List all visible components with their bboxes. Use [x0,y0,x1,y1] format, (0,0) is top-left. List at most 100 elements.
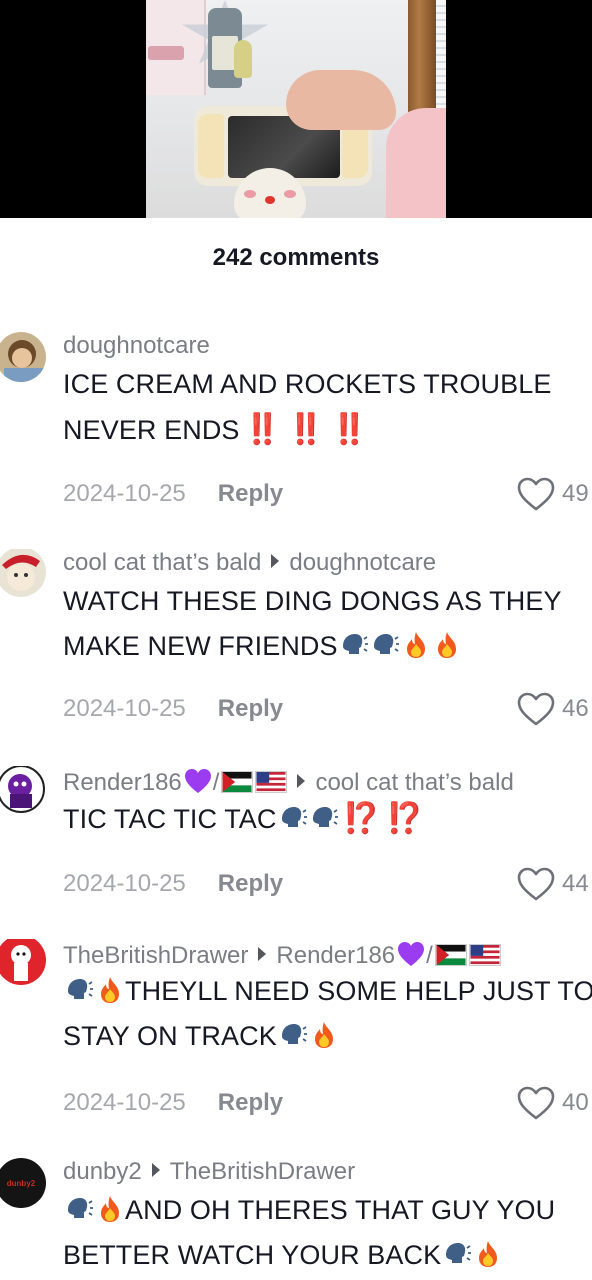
reply-arrow-icon [151,1163,160,1177]
username-separator: / [212,769,220,796]
username-text[interactable]: cool cat that’s bald [63,549,261,576]
comment-meta: 2024-10-25 Reply [63,695,283,723]
like-count: 49 [562,480,589,507]
comment-line-1-text: THEYLL NEED SOME HELP JUST TO [125,976,592,1006]
comment-item: dunby2 dunby2 TheBritishDrawer AND OH THE… [0,1158,592,1280]
fire-emoji [101,1196,119,1222]
fire-emoji [437,632,456,658]
comment-item: cool cat that’s bald doughnotcare WATCH T… [0,549,592,739]
username-text[interactable]: dunby2 [63,1158,142,1185]
comment-line-2: MAKE NEW FRIENDS [63,624,562,669]
heart-icon[interactable] [516,1084,556,1124]
reply-to-username[interactable]: cool cat that’s bald [315,769,513,796]
speaking-head-emoji [342,634,368,654]
double-exclamation-emoji: ‼️ ‼️ ‼️ [243,413,369,446]
comment-line-2-text: NEVER ENDS [63,415,240,445]
heart-icon[interactable] [516,865,556,905]
comment-username: Render186 / cool cat that’s bald [63,766,514,797]
reply-button[interactable]: Reply [218,870,283,897]
speaking-head-emoji [68,1198,93,1218]
avatar[interactable] [0,549,46,597]
speaking-head-emoji [446,1243,472,1263]
reply-button[interactable]: Reply [218,695,283,722]
video-player[interactable] [0,0,592,218]
interrobang-emoji: ⁉️ ⁉️ [342,802,424,835]
comment-meta: 2024-10-25 Reply [63,870,283,898]
comment-line-2-text: STAY ON TRACK [63,1021,277,1051]
comment-username[interactable]: doughnotcare [63,332,210,360]
comment-text: ICE CREAM AND ROCKETS TROUBLE NEVER ENDS… [63,362,552,453]
reply-button[interactable]: Reply [218,1089,283,1116]
comments-count-title: 242 comments [212,244,380,271]
hand [286,70,396,130]
comment-meta: 2024-10-25 Reply [63,480,283,508]
comment-text: THEYLL NEED SOME HELP JUST TO STAY ON TR… [63,969,592,1059]
palestine-flag-icon [434,944,467,966]
avatar[interactable] [0,939,46,985]
video-thumbnail [146,0,446,218]
username-text[interactable]: doughnotcare [63,332,210,359]
sleeve [386,108,446,218]
purple-heart-emoji [398,942,425,966]
comment-line-2: NEVER ENDS ‼️ ‼️ ‼️ [63,407,552,453]
like-count: 44 [562,870,589,897]
comment-line-2-text: BETTER WATCH YOUR BACK [63,1240,442,1270]
heart-icon[interactable] [516,690,556,730]
reply-arrow-icon [297,774,306,788]
comment-line-1-text: TIC TAC TIC TAC [63,804,277,834]
avatar-badge-text: dunby2 [7,1179,36,1188]
reply-to-username[interactable]: Render186 [276,942,395,969]
comment-username: dunby2 TheBritishDrawer [63,1158,355,1186]
figurine-decoration [234,40,252,78]
reply-to-username[interactable]: TheBritishDrawer [170,1158,355,1185]
speaking-head-emoji [281,1024,307,1044]
comment-item: TheBritishDrawer Render186 / THEYLL NEED S… [0,939,592,1129]
comment-line-1: THEYLL NEED SOME HELP JUST TO [63,969,592,1014]
comment-meta: 2024-10-25 Reply [63,1089,283,1117]
speaking-head-emoji [68,979,93,999]
username-separator: / [426,942,433,969]
us-flag-icon [468,944,501,966]
heart-icon[interactable] [516,475,556,515]
speaking-head-emoji [312,807,338,827]
comment-date: 2024-10-25 [63,1089,186,1116]
like-count: 46 [562,695,589,722]
comment-username: TheBritishDrawer Render186 / [63,939,501,970]
comment-line-1: WATCH THESE DING DONGS AS THEY [63,586,562,616]
avatar[interactable]: dunby2 [0,1158,46,1208]
fire-emoji [101,977,119,1003]
comment-line-1: AND OH THERES THAT GUY YOU [63,1188,555,1233]
comment-line-2: STAY ON TRACK [63,1014,592,1059]
comment-line-1: ICE CREAM AND ROCKETS TROUBLE [63,369,552,399]
reply-button[interactable]: Reply [218,480,283,507]
comment-text: AND OH THERES THAT GUY YOU BETTER WATCH … [63,1188,555,1278]
poster-decoration [146,0,206,95]
palestine-flag-icon [221,771,254,793]
comment-text: WATCH THESE DING DONGS AS THEY MAKE NEW … [63,579,562,669]
comment-date: 2024-10-25 [63,870,186,897]
fire-emoji [479,1241,498,1267]
comment-line-2-text: MAKE NEW FRIENDS [63,631,338,661]
comment-username: cool cat that’s bald doughnotcare [63,549,436,577]
speaking-head-emoji [373,634,399,654]
comment-text: TIC TAC TIC TAC ⁉️ ⁉️ [63,796,424,842]
speaking-head-emoji [281,807,307,827]
comment-line-1-text: AND OH THERES THAT GUY YOU [125,1195,556,1225]
us-flag-icon [255,771,288,793]
comment-line-1: TIC TAC TIC TAC ⁉️ ⁉️ [63,796,424,842]
username-text[interactable]: TheBritishDrawer [63,942,248,969]
comment-item: Render186 / cool cat that’s bald TIC TAC T… [0,766,592,916]
fire-emoji [314,1022,333,1048]
avatar[interactable] [0,766,46,814]
comment-date: 2024-10-25 [63,480,186,507]
avatar[interactable] [0,332,46,382]
fire-emoji [406,632,425,658]
comment-date: 2024-10-25 [63,695,186,722]
reply-arrow-icon [258,947,267,961]
like-count: 40 [562,1089,589,1116]
comment-line-2: BETTER WATCH YOUR BACK [63,1233,555,1278]
username-text[interactable]: Render186 [63,769,182,796]
comment-item: doughnotcare ICE CREAM AND ROCKETS TROUB… [0,332,592,522]
reply-arrow-icon [271,554,280,568]
reply-to-username[interactable]: doughnotcare [289,549,436,576]
